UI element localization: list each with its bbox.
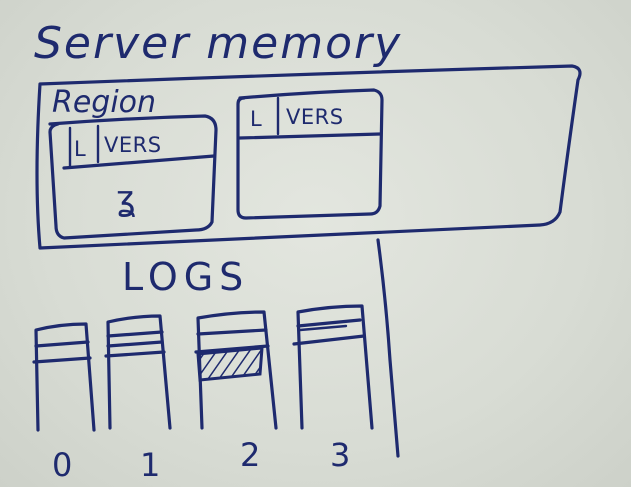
divider-line [376, 238, 400, 458]
log-1-label: 1 [140, 446, 160, 484]
diagram-canvas: Server memory Region L VERS ʓ L VERS LOG… [32, 18, 582, 484]
log-3-label: 3 [330, 436, 350, 474]
log-0-label: 0 [52, 446, 72, 484]
table-2-col-l: L [250, 107, 262, 131]
table-1-col-l: L [74, 137, 86, 161]
table-1-content: ʓ [116, 179, 136, 219]
region-table-1: L VERS ʓ [48, 114, 218, 240]
table-1-col-vers: VERS [104, 133, 162, 157]
logs-label: LOGS [122, 255, 249, 299]
log-2-label: 2 [240, 436, 260, 474]
whiteboard: Server memory Region L VERS ʓ L VERS LOG… [0, 0, 631, 487]
table-2-col-vers: VERS [286, 105, 344, 129]
log-2: 2 [194, 310, 278, 474]
log-1: 1 [104, 314, 172, 484]
log-2-hatched-entry [196, 346, 264, 382]
log-0: 0 [32, 322, 96, 484]
log-3: 3 [292, 304, 374, 474]
region-table-2: L VERS [236, 88, 384, 220]
diagram-title: Server memory [34, 18, 402, 69]
region-label: Region [52, 85, 156, 120]
